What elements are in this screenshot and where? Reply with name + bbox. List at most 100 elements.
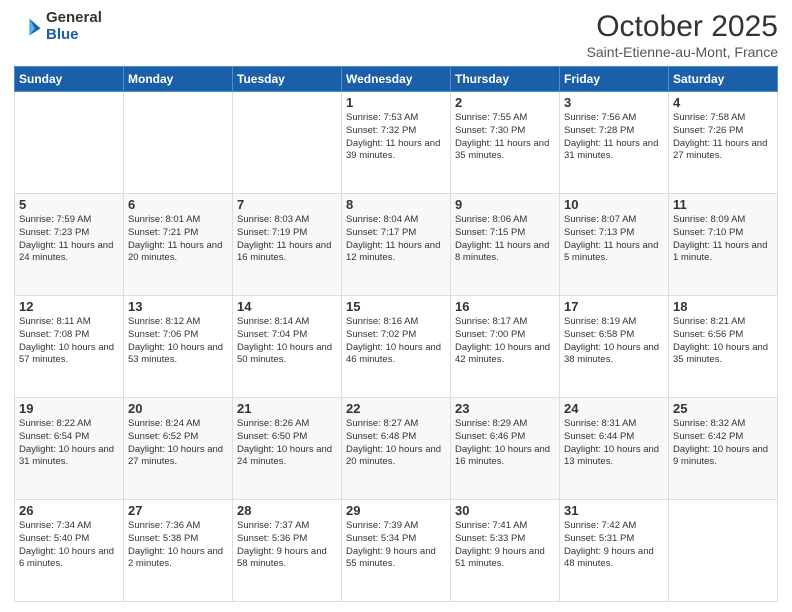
day-info: Sunrise: 7:58 AM Sunset: 7:26 PM Dayligh… [673, 112, 773, 163]
day-number: 28 [237, 503, 337, 518]
day-cell: 26Sunrise: 7:34 AM Sunset: 5:40 PM Dayli… [15, 500, 124, 602]
day-info: Sunrise: 8:32 AM Sunset: 6:42 PM Dayligh… [673, 418, 773, 469]
day-info: Sunrise: 7:42 AM Sunset: 5:31 PM Dayligh… [564, 520, 664, 571]
day-cell: 13Sunrise: 8:12 AM Sunset: 7:06 PM Dayli… [124, 296, 233, 398]
day-number: 5 [19, 197, 119, 212]
day-number: 21 [237, 401, 337, 416]
day-info: Sunrise: 8:26 AM Sunset: 6:50 PM Dayligh… [237, 418, 337, 469]
day-cell: 19 Sunrise: 8:22 AM Sunset: 6:54 PM Dayli… [15, 398, 124, 500]
day-cell [669, 500, 778, 602]
day-number: 17 [564, 299, 664, 314]
day-cell: 5 Sunrise: 7:59 AM Sunset: 7:23 PM Daylig… [15, 194, 124, 296]
day-number: 15 [346, 299, 446, 314]
logo-blue: Blue [46, 27, 102, 44]
day-info: Sunrise: 8:27 AM Sunset: 6:48 PM Dayligh… [346, 418, 446, 469]
day-number: 8 [346, 197, 446, 212]
day-cell: 17 Sunrise: 8:19 AM Sunset: 6:58 PM Dayli… [560, 296, 669, 398]
col-monday: Monday [124, 67, 233, 92]
day-cell: 3Sunrise: 7:56 AM Sunset: 7:28 PM Daylig… [560, 92, 669, 194]
day-number: 12 [19, 299, 119, 314]
day-cell [15, 92, 124, 194]
day-number: 16 [455, 299, 555, 314]
day-number: 30 [455, 503, 555, 518]
day-cell: 9 Sunrise: 8:06 AM Sunset: 7:15 PM Daylig… [451, 194, 560, 296]
header-row: Sunday Monday Tuesday Wednesday Thursday… [15, 67, 778, 92]
main-title: October 2025 [587, 10, 778, 44]
day-info: Sunrise: 7:37 AM Sunset: 5:36 PM Dayligh… [237, 520, 337, 571]
day-info: Sunrise: 8:06 AM Sunset: 7:15 PM Dayligh… [455, 214, 555, 265]
day-info: Sunrise: 8:03 AM Sunset: 7:19 PM Dayligh… [237, 214, 337, 265]
day-number: 29 [346, 503, 446, 518]
day-cell: 15 Sunrise: 8:16 AM Sunset: 7:02 PM Dayli… [342, 296, 451, 398]
day-number: 9 [455, 197, 555, 212]
day-cell: 12Sunrise: 8:11 AM Sunset: 7:08 PM Dayli… [15, 296, 124, 398]
day-cell: 22 Sunrise: 8:27 AM Sunset: 6:48 PM Dayli… [342, 398, 451, 500]
week-row-2: 5 Sunrise: 7:59 AM Sunset: 7:23 PM Daylig… [15, 194, 778, 296]
day-number: 19 [19, 401, 119, 416]
day-cell: 29 Sunrise: 7:39 AM Sunset: 5:34 PM Dayli… [342, 500, 451, 602]
day-cell: 23Sunrise: 8:29 AM Sunset: 6:46 PM Dayli… [451, 398, 560, 500]
page: General Blue October 2025 Saint-Etienne-… [0, 0, 792, 612]
col-friday: Friday [560, 67, 669, 92]
day-cell: 11 Sunrise: 8:09 AM Sunset: 7:10 PM Dayli… [669, 194, 778, 296]
day-cell: 14Sunrise: 8:14 AM Sunset: 7:04 PM Dayli… [233, 296, 342, 398]
logo-text: General Blue [46, 10, 102, 43]
day-number: 3 [564, 95, 664, 110]
day-cell: 28 Sunrise: 7:37 AM Sunset: 5:36 PM Dayli… [233, 500, 342, 602]
day-number: 31 [564, 503, 664, 518]
day-info: Sunrise: 8:07 AM Sunset: 7:13 PM Dayligh… [564, 214, 664, 265]
day-number: 11 [673, 197, 773, 212]
day-cell: 24 Sunrise: 8:31 AM Sunset: 6:44 PM Dayli… [560, 398, 669, 500]
day-number: 1 [346, 95, 446, 110]
day-info: Sunrise: 8:24 AM Sunset: 6:52 PM Dayligh… [128, 418, 228, 469]
week-row-5: 26Sunrise: 7:34 AM Sunset: 5:40 PM Dayli… [15, 500, 778, 602]
title-block: October 2025 Saint-Etienne-au-Mont, Fran… [587, 10, 778, 60]
day-cell: 1Sunrise: 7:53 AM Sunset: 7:32 PM Daylig… [342, 92, 451, 194]
day-info: Sunrise: 8:22 AM Sunset: 6:54 PM Dayligh… [19, 418, 119, 469]
day-cell: 4 Sunrise: 7:58 AM Sunset: 7:26 PM Daylig… [669, 92, 778, 194]
day-info: Sunrise: 7:39 AM Sunset: 5:34 PM Dayligh… [346, 520, 446, 571]
day-number: 22 [346, 401, 446, 416]
calendar-table: Sunday Monday Tuesday Wednesday Thursday… [14, 66, 778, 602]
day-number: 6 [128, 197, 228, 212]
day-cell [124, 92, 233, 194]
day-info: Sunrise: 8:12 AM Sunset: 7:06 PM Dayligh… [128, 316, 228, 367]
day-number: 2 [455, 95, 555, 110]
day-cell: 20 Sunrise: 8:24 AM Sunset: 6:52 PM Dayli… [124, 398, 233, 500]
day-info: Sunrise: 7:41 AM Sunset: 5:33 PM Dayligh… [455, 520, 555, 571]
logo-general: General [46, 10, 102, 27]
day-cell: 18Sunrise: 8:21 AM Sunset: 6:56 PM Dayli… [669, 296, 778, 398]
day-number: 24 [564, 401, 664, 416]
logo: General Blue [14, 10, 102, 43]
col-thursday: Thursday [451, 67, 560, 92]
day-info: Sunrise: 8:17 AM Sunset: 7:00 PM Dayligh… [455, 316, 555, 367]
day-info: Sunrise: 8:31 AM Sunset: 6:44 PM Dayligh… [564, 418, 664, 469]
day-number: 27 [128, 503, 228, 518]
day-cell: 10 Sunrise: 8:07 AM Sunset: 7:13 PM Dayli… [560, 194, 669, 296]
day-info: Sunrise: 8:14 AM Sunset: 7:04 PM Dayligh… [237, 316, 337, 367]
day-number: 23 [455, 401, 555, 416]
day-info: Sunrise: 7:59 AM Sunset: 7:23 PM Dayligh… [19, 214, 119, 265]
day-number: 25 [673, 401, 773, 416]
day-cell: 21 Sunrise: 8:26 AM Sunset: 6:50 PM Dayli… [233, 398, 342, 500]
day-cell: 6Sunrise: 8:01 AM Sunset: 7:21 PM Daylig… [124, 194, 233, 296]
day-info: Sunrise: 8:04 AM Sunset: 7:17 PM Dayligh… [346, 214, 446, 265]
day-cell: 8 Sunrise: 8:04 AM Sunset: 7:17 PM Daylig… [342, 194, 451, 296]
logo-icon [14, 13, 42, 41]
day-cell: 25 Sunrise: 8:32 AM Sunset: 6:42 PM Dayli… [669, 398, 778, 500]
day-cell: 27Sunrise: 7:36 AM Sunset: 5:38 PM Dayli… [124, 500, 233, 602]
day-info: Sunrise: 8:19 AM Sunset: 6:58 PM Dayligh… [564, 316, 664, 367]
week-row-3: 12Sunrise: 8:11 AM Sunset: 7:08 PM Dayli… [15, 296, 778, 398]
day-info: Sunrise: 7:55 AM Sunset: 7:30 PM Dayligh… [455, 112, 555, 163]
day-cell: 7Sunrise: 8:03 AM Sunset: 7:19 PM Daylig… [233, 194, 342, 296]
day-number: 26 [19, 503, 119, 518]
day-info: Sunrise: 8:16 AM Sunset: 7:02 PM Dayligh… [346, 316, 446, 367]
col-wednesday: Wednesday [342, 67, 451, 92]
day-number: 10 [564, 197, 664, 212]
header: General Blue October 2025 Saint-Etienne-… [14, 10, 778, 60]
day-number: 20 [128, 401, 228, 416]
col-saturday: Saturday [669, 67, 778, 92]
day-number: 4 [673, 95, 773, 110]
day-cell: 30 Sunrise: 7:41 AM Sunset: 5:33 PM Dayli… [451, 500, 560, 602]
day-info: Sunrise: 8:09 AM Sunset: 7:10 PM Dayligh… [673, 214, 773, 265]
